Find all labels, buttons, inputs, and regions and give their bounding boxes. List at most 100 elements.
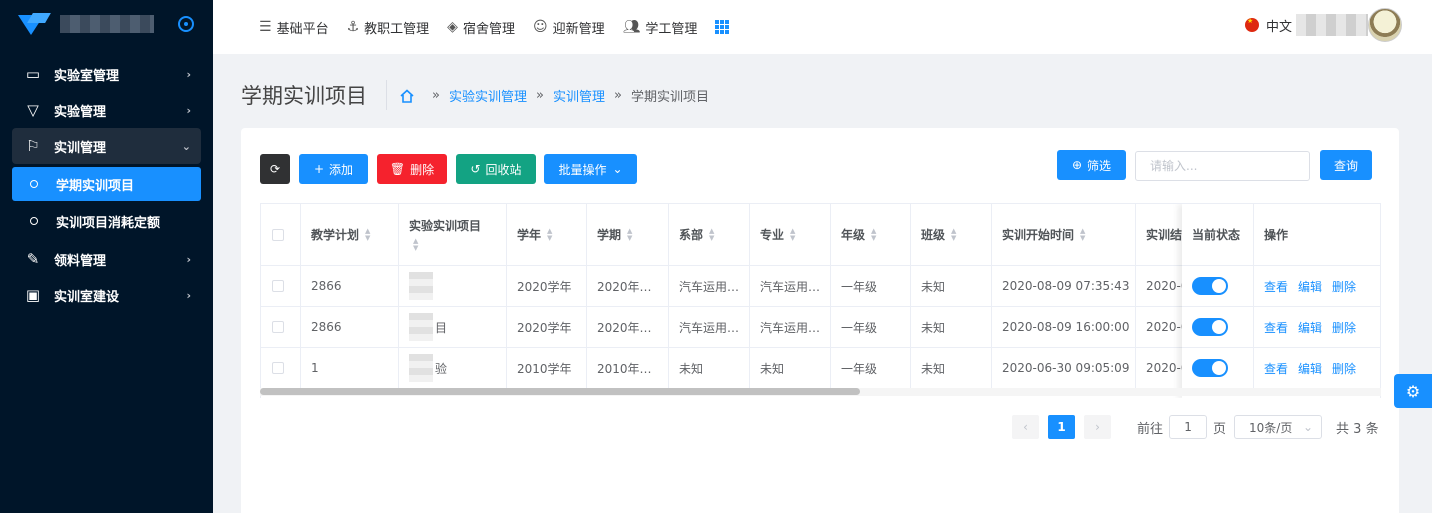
fixed-row: 查看 编辑 删除 bbox=[1182, 307, 1380, 348]
fixed-row: 查看 编辑 删除 bbox=[1182, 348, 1380, 389]
target-icon[interactable] bbox=[178, 16, 194, 32]
apps-grid-icon[interactable] bbox=[715, 20, 730, 34]
total-count: 共 3 条 bbox=[1336, 421, 1379, 437]
batch-operations-dropdown[interactable]: 批量操作 ⌄ bbox=[544, 154, 637, 184]
nav-item-base-platform[interactable]: ☰ 基础平台 bbox=[259, 18, 329, 37]
th-label: 实训结 bbox=[1146, 228, 1183, 242]
th-start-time[interactable]: 实训开始时间 ▲ ▼ bbox=[992, 204, 1136, 265]
cell-grade: 一年级 bbox=[831, 348, 911, 388]
edit-link[interactable]: 编辑 bbox=[1298, 278, 1322, 295]
breadcrumb-item[interactable]: 实训管理 bbox=[553, 86, 605, 105]
sidebar-item-training-management[interactable]: ⚐ 实训管理 ⌄ bbox=[12, 128, 201, 164]
sidebar-item-lab-management[interactable]: ▭ 实验室管理 › bbox=[0, 56, 213, 92]
sidebar-subitem-consumption-quota[interactable]: 实训项目消耗定额 bbox=[12, 204, 201, 238]
cell-actions: 查看 编辑 删除 bbox=[1254, 266, 1380, 306]
sort-icon[interactable]: ▲ ▼ bbox=[790, 227, 795, 242]
view-link[interactable]: 查看 bbox=[1264, 319, 1288, 336]
side-menu: ▭ 实验室管理 › ▽ 实验管理 › ⚐ 实训管理 ⌄ 学期实训项目 实训项目消… bbox=[0, 56, 213, 313]
row-checkbox[interactable] bbox=[272, 362, 284, 374]
th-school-year[interactable]: 学年 ▲ ▼ bbox=[507, 204, 587, 265]
chevron-right-icon: › bbox=[186, 288, 191, 302]
delete-link[interactable]: 删除 bbox=[1332, 319, 1356, 336]
cell-school-year: 2020学年 bbox=[507, 307, 587, 347]
status-toggle[interactable] bbox=[1192, 277, 1228, 295]
sort-icon[interactable]: ▲ ▼ bbox=[547, 227, 552, 242]
cell-department: 未知 bbox=[669, 348, 750, 388]
settings-gear-button[interactable]: ⚙ bbox=[1394, 374, 1432, 408]
delete-button[interactable]: 🗑︎ 删除 bbox=[377, 154, 447, 184]
th-project[interactable]: 实验实训项目 ▲ ▼ bbox=[399, 204, 507, 265]
edit-link[interactable]: 编辑 bbox=[1298, 319, 1322, 336]
nav-item-dormitory[interactable]: ◈ 宿舍管理 bbox=[447, 18, 515, 37]
view-link[interactable]: 查看 bbox=[1264, 360, 1288, 377]
page-size-select[interactable]: 10条/页 ⌄ bbox=[1234, 415, 1323, 439]
goto-page-input[interactable]: 1 bbox=[1169, 415, 1208, 439]
china-flag-icon[interactable] bbox=[1244, 17, 1259, 32]
nav-item-student-affairs[interactable]: 👥︎ 学工管理 bbox=[623, 18, 698, 37]
page-number-current[interactable]: 1 bbox=[1048, 415, 1075, 439]
status-toggle[interactable] bbox=[1192, 318, 1228, 336]
chevron-down-icon: ⌄ bbox=[1302, 420, 1314, 434]
recycle-bin-button[interactable]: ↺ 回收站 bbox=[456, 154, 536, 184]
edit-link[interactable]: 编辑 bbox=[1298, 360, 1322, 377]
sort-icon[interactable]: ▲ ▼ bbox=[951, 227, 956, 242]
sort-icon[interactable]: ▲ ▼ bbox=[365, 227, 370, 242]
query-button[interactable]: 查询 bbox=[1320, 150, 1372, 180]
th-semester[interactable]: 学期 ▲ ▼ bbox=[587, 204, 669, 265]
delete-link[interactable]: 删除 bbox=[1332, 360, 1356, 377]
nav-item-label: 宿舍管理 bbox=[462, 21, 515, 37]
nav-item-enrollment[interactable]: ☺ 迎新管理 bbox=[533, 18, 605, 37]
cell-semester: 2020年… bbox=[587, 266, 669, 306]
avatar[interactable] bbox=[1368, 8, 1402, 42]
sidebar-subitem-semester-training[interactable]: 学期实训项目 bbox=[12, 167, 201, 201]
masked-text bbox=[409, 272, 433, 300]
fixed-right-columns: 当前状态 操作 查看 编辑 删除 查看 编辑 删除 查看 编辑 删除 bbox=[1182, 204, 1380, 398]
prev-page-button[interactable]: ‹ bbox=[1012, 415, 1039, 439]
refresh-icon: ⟳ bbox=[269, 162, 281, 176]
nav-item-staff[interactable]: ⚓ 教职工管理 bbox=[347, 18, 430, 37]
cell-class: 未知 bbox=[911, 348, 992, 388]
th-class[interactable]: 班级 ▲ ▼ bbox=[911, 204, 992, 265]
delete-link[interactable]: 删除 bbox=[1332, 278, 1356, 295]
select-all-checkbox[interactable] bbox=[272, 228, 284, 241]
sort-icon[interactable]: ▲ ▼ bbox=[1080, 227, 1085, 242]
horizontal-scrollbar[interactable] bbox=[260, 388, 1381, 396]
breadcrumb-item[interactable]: 实验实训管理 bbox=[449, 86, 527, 105]
row-checkbox[interactable] bbox=[272, 321, 284, 333]
sidebar: ▭ 实验室管理 › ▽ 实验管理 › ⚐ 实训管理 ⌄ 学期实训项目 实训项目消… bbox=[0, 0, 213, 513]
th-teaching-plan[interactable]: 教学计划 ▲ ▼ bbox=[301, 204, 399, 265]
sort-icon[interactable]: ▲ ▼ bbox=[871, 227, 876, 242]
logo-text-masked bbox=[60, 15, 154, 33]
language-switch[interactable]: 中文 bbox=[1266, 16, 1292, 35]
recycle-button-label: 回收站 bbox=[485, 162, 522, 177]
row-checkbox[interactable] bbox=[272, 280, 284, 292]
breadcrumb-separator: » bbox=[432, 88, 440, 103]
th-major[interactable]: 专业 ▲ ▼ bbox=[750, 204, 831, 265]
th-grade[interactable]: 年级 ▲ ▼ bbox=[831, 204, 911, 265]
sidebar-item-label: 实验管理 bbox=[54, 104, 107, 120]
refresh-button[interactable]: ⟳ bbox=[260, 154, 290, 184]
filter-button[interactable]: ⊕ 筛选 bbox=[1057, 150, 1126, 180]
next-page-button[interactable]: › bbox=[1084, 415, 1111, 439]
home-icon[interactable] bbox=[399, 88, 415, 104]
search-input[interactable] bbox=[1135, 151, 1310, 181]
status-toggle[interactable] bbox=[1192, 359, 1228, 377]
th-department[interactable]: 系部 ▲ ▼ bbox=[669, 204, 750, 265]
view-link[interactable]: 查看 bbox=[1264, 278, 1288, 295]
scroll-thumb[interactable] bbox=[260, 388, 860, 395]
sidebar-item-lab-construction[interactable]: ▣ 实训室建设 › bbox=[0, 277, 213, 313]
sort-icon[interactable]: ▲ ▼ bbox=[413, 238, 418, 252]
cell-semester: 2010年… bbox=[587, 348, 669, 388]
content-card: ⟳ + 添加 🗑︎ 删除 ↺ 回收站 批量操作 ⌄ ⊕ 筛选 查询 教学计划 ▲▼… bbox=[241, 128, 1399, 513]
cell-teaching-plan: 2866 bbox=[301, 307, 399, 347]
sidebar-item-experiment-management[interactable]: ▽ 实验管理 › bbox=[0, 92, 213, 128]
nav-item-label: 迎新管理 bbox=[552, 21, 605, 37]
sort-icon[interactable]: ▲ ▼ bbox=[627, 227, 632, 242]
sidebar-item-label: 领料管理 bbox=[54, 253, 107, 269]
breadcrumb: » 实验实训管理 » 实训管理 » 学期实训项目 bbox=[399, 86, 709, 105]
sidebar-item-material-management[interactable]: ✎ 领料管理 › bbox=[0, 241, 213, 277]
username-masked[interactable] bbox=[1296, 14, 1368, 36]
breadcrumb-separator: » bbox=[535, 88, 544, 103]
add-button[interactable]: + 添加 bbox=[299, 154, 368, 184]
sort-icon[interactable]: ▲ ▼ bbox=[709, 227, 714, 242]
